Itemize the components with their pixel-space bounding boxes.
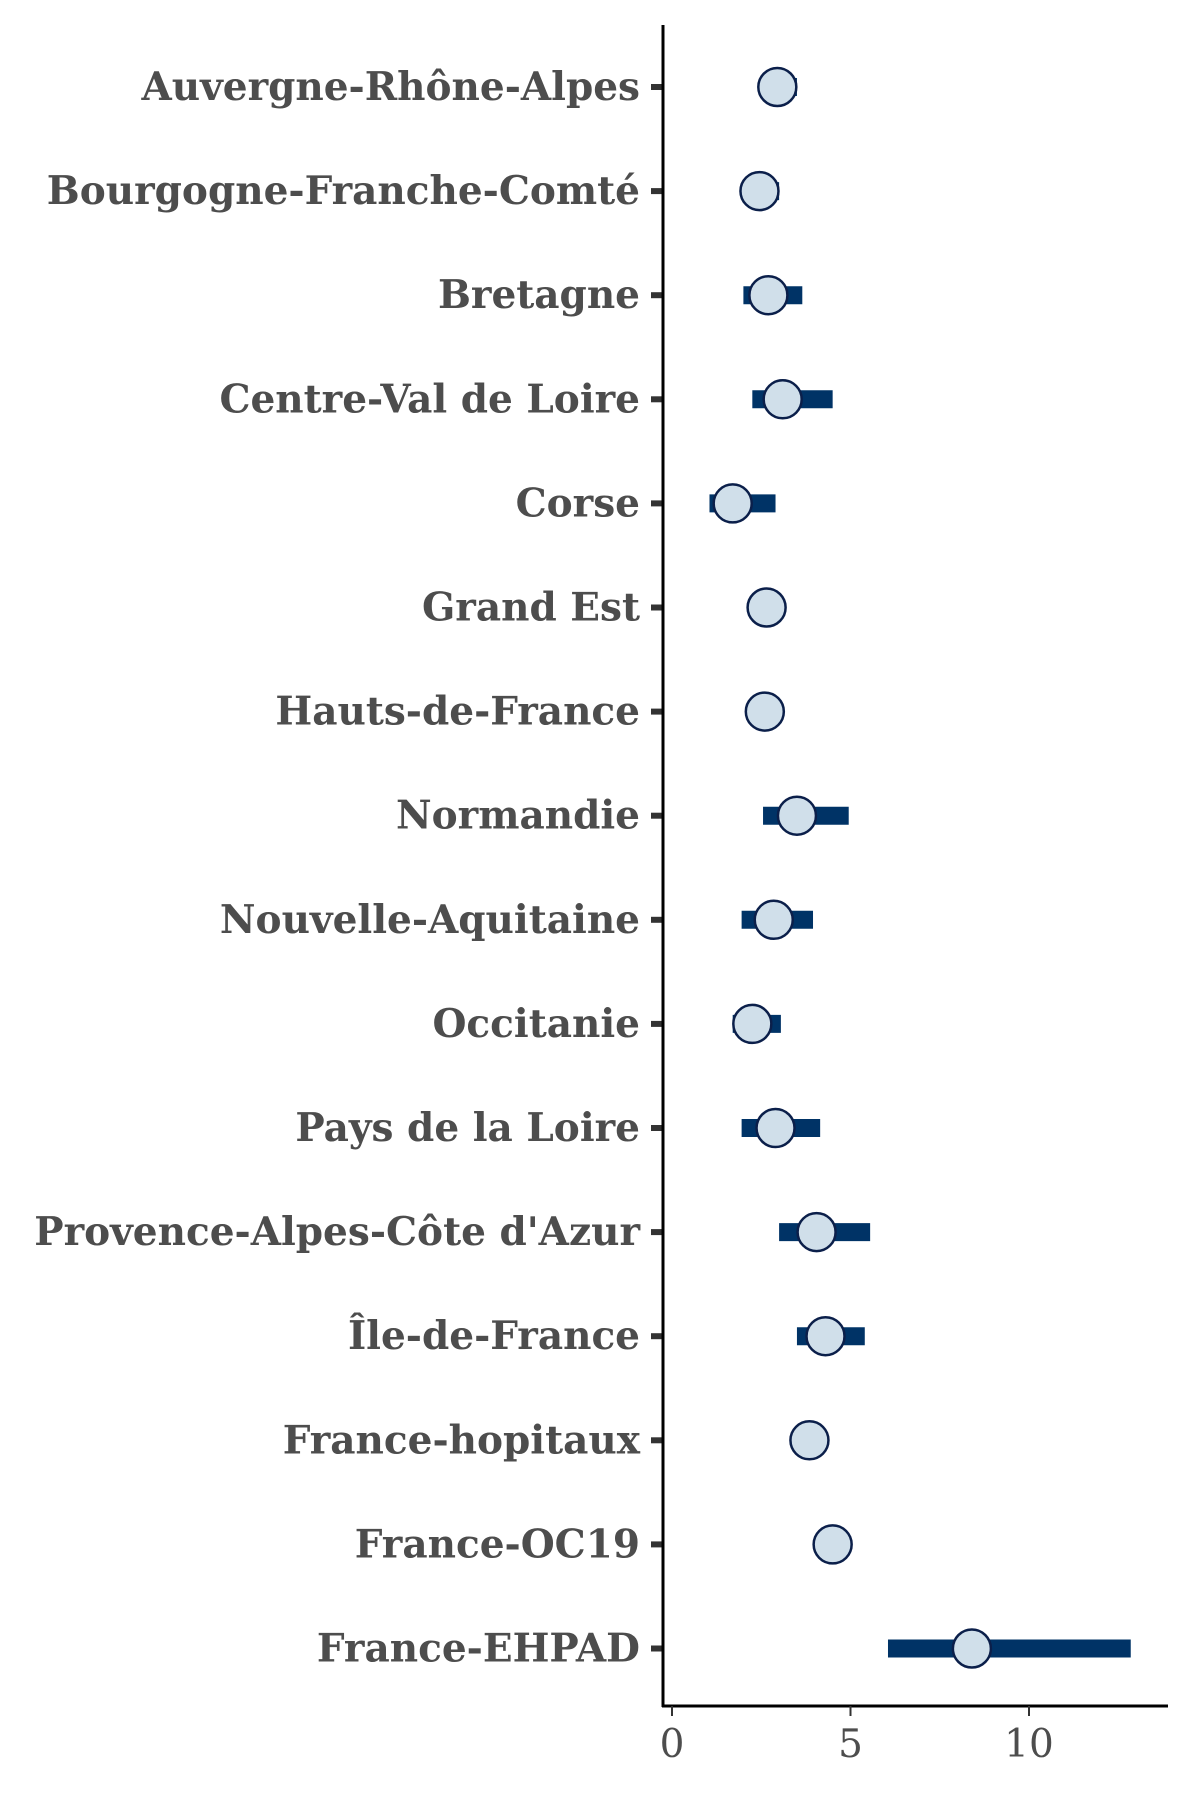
y-tick-label: Corse <box>516 480 640 526</box>
point-estimate <box>712 483 753 524</box>
chart-row: Île-de-France <box>348 1312 865 1359</box>
chart-row: Nouvelle-Aquitaine <box>220 897 814 943</box>
y-tick-label: Île-de-France <box>348 1312 640 1359</box>
chart-row: Pays de la Loire <box>295 1105 821 1151</box>
chart-row: France-hopitaux <box>283 1417 830 1463</box>
y-tick-label: Hauts-de-France <box>275 689 640 735</box>
point-estimate <box>748 274 789 316</box>
point-estimate <box>812 1524 853 1565</box>
y-tick-label: Normandie <box>396 793 640 839</box>
x-tick-label: 10 <box>1004 1722 1054 1767</box>
point-estimate <box>762 379 803 420</box>
point-estimate <box>757 66 798 108</box>
point-estimate <box>805 1315 846 1357</box>
chart-row: Corse <box>516 480 776 526</box>
chart-row: Hauts-de-France <box>275 689 786 735</box>
y-tick-label: Nouvelle-Aquitaine <box>220 897 640 943</box>
y-tick-label: Bourgogne-Franche-Comté <box>47 168 640 214</box>
point-estimate <box>732 1003 773 1045</box>
chart-row: Auvergne-Rhône-Alpes <box>140 64 798 110</box>
chart-row: France-OC19 <box>355 1521 853 1567</box>
point-estimate <box>789 1420 830 1461</box>
point-estimate <box>753 899 794 941</box>
y-tick-label: Provence-Alpes-Côte d'Azur <box>34 1209 640 1255</box>
point-estimate <box>951 1628 993 1669</box>
y-tick-label: Bretagne <box>438 272 640 318</box>
y-tick-label: Grand Est <box>422 585 640 631</box>
chart-rows: Auvergne-Rhône-Alpes Bourgogne-Franche-Co… <box>34 64 1131 1672</box>
y-tick-label: Centre-Val de Loire <box>219 376 640 422</box>
point-estimate <box>744 691 786 732</box>
point-estimate <box>755 1107 796 1149</box>
point-estimate <box>796 1211 837 1253</box>
x-tick-label: 0 <box>660 1722 685 1767</box>
y-tick-label: France-EHPAD <box>317 1626 640 1672</box>
chart-row: Provence-Alpes-Côte d'Azur <box>34 1209 871 1255</box>
chart-row: Occitanie <box>432 1001 781 1047</box>
y-tick-label: Auvergne-Rhône-Alpes <box>140 64 640 110</box>
chart-row: Bretagne <box>438 272 803 318</box>
forest-plot: Auvergne-Rhône-Alpes Bourgogne-Franche-Co… <box>34 25 1168 1767</box>
x-axis: 0 5 10 <box>660 1706 1054 1767</box>
chart-row: France-EHPAD <box>317 1626 1131 1672</box>
point-estimate <box>776 795 818 836</box>
y-tick-label: France-OC19 <box>355 1521 640 1567</box>
point-estimate <box>739 170 780 212</box>
point-estimate <box>746 587 787 628</box>
y-tick-label: France-hopitaux <box>283 1417 641 1463</box>
chart-row: Bourgogne-Franche-Comté <box>47 168 780 214</box>
y-tick-label: Pays de la Loire <box>295 1105 640 1151</box>
y-tick-label: Occitanie <box>432 1001 640 1047</box>
chart-row: Grand Est <box>422 585 787 631</box>
chart-row: Centre-Val de Loire <box>219 376 833 422</box>
x-tick-label: 5 <box>838 1722 863 1767</box>
chart-row: Normandie <box>396 793 849 839</box>
